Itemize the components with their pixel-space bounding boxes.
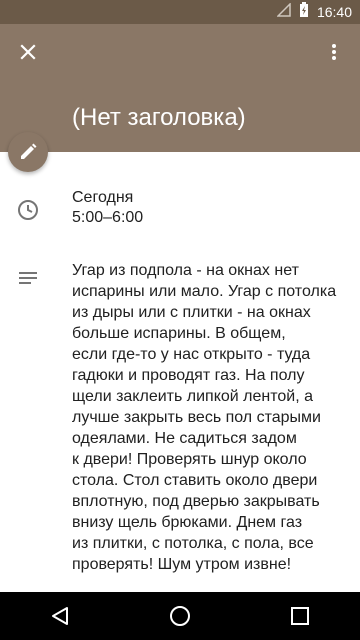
recents-icon <box>291 607 309 625</box>
event-description: Угар из подпола - на окнах нет испарины … <box>72 262 337 573</box>
event-title: (Нет заголовка) <box>72 104 246 131</box>
back-icon <box>52 607 68 625</box>
more-options-button[interactable] <box>316 34 352 70</box>
status-icons: 16:40 <box>276 0 352 24</box>
event-time-range: 5:00–6:00 <box>72 209 144 226</box>
notes-icon <box>16 266 40 290</box>
status-bar: 16:40 <box>0 0 360 24</box>
navigation-bar <box>0 592 360 640</box>
edit-button[interactable] <box>8 132 48 172</box>
edit-icon <box>21 143 37 159</box>
signal-icon <box>276 1 291 22</box>
home-button[interactable] <box>156 592 204 640</box>
event-header: (Нет заголовка) <box>0 24 360 152</box>
clock-icon <box>16 198 40 222</box>
home-icon <box>170 606 190 626</box>
close-button[interactable] <box>10 34 46 70</box>
back-button[interactable] <box>36 592 84 640</box>
event-day: Сегодня <box>72 189 134 206</box>
status-time: 16:40 <box>316 4 352 20</box>
close-icon <box>20 44 36 60</box>
battery-icon <box>299 1 309 23</box>
event-time: Сегодня 5:00–6:00 <box>72 188 143 228</box>
recents-button[interactable] <box>276 592 324 640</box>
more-vert-icon <box>332 44 336 60</box>
